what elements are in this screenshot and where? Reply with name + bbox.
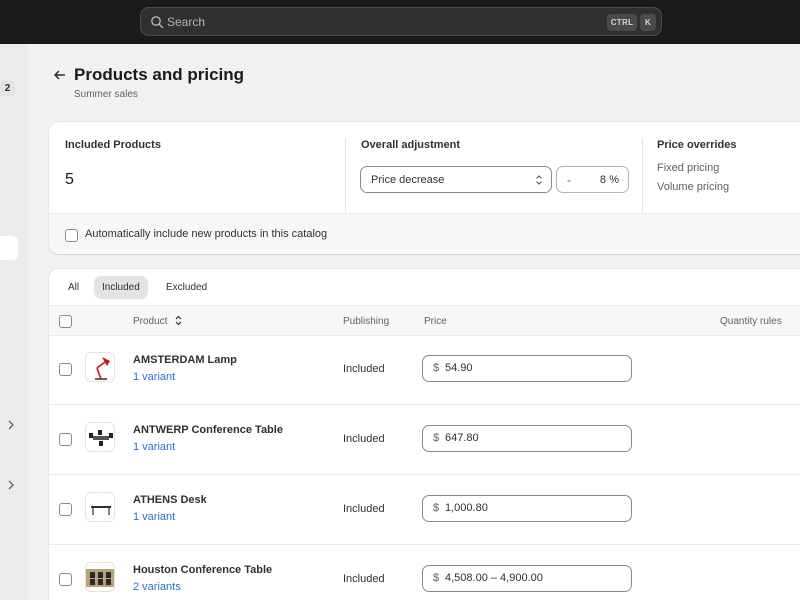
table-row[interactable]: ANTWERP Conference Table 1 variant Inclu…: [49, 405, 800, 475]
catalog-summary-card: Included Products 5 Overall adjustment P…: [49, 122, 800, 254]
row-checkbox[interactable]: [59, 433, 72, 446]
desk-icon: [85, 492, 115, 522]
shortcut-ctrl-key: CTRL: [607, 14, 637, 31]
table-header: Product Publishing Price Quantity rules: [49, 305, 800, 336]
price-input[interactable]: $ 1,000.80: [422, 495, 632, 522]
variant-link[interactable]: 1 variant: [133, 441, 175, 453]
currency-symbol: $: [433, 362, 440, 374]
included-products-count: 5: [65, 171, 74, 188]
product-name[interactable]: Houston Conference Table: [133, 564, 272, 576]
select-caret-icon: [536, 175, 542, 185]
column-publishing: Publishing: [343, 316, 390, 327]
publishing-status: Included: [343, 433, 385, 445]
table-row[interactable]: ATHENS Desk 1 variant Included $ 1,000.8…: [49, 475, 800, 545]
column-price: Price: [424, 316, 447, 327]
adjustment-type-select[interactable]: Price decrease: [360, 166, 552, 193]
publishing-status: Included: [343, 573, 385, 585]
currency-symbol: $: [433, 432, 440, 444]
override-volume-pricing[interactable]: Volume pricing: [657, 181, 729, 193]
price-input[interactable]: $ 54.90: [422, 355, 632, 382]
page-subtitle: Summer sales: [74, 89, 138, 100]
product-name[interactable]: ATHENS Desk: [133, 494, 207, 506]
select-all-checkbox[interactable]: [59, 315, 72, 328]
variant-link[interactable]: 1 variant: [133, 511, 175, 523]
divider: [642, 138, 643, 212]
row-checkbox[interactable]: [59, 573, 72, 586]
product-name[interactable]: AMSTERDAM Lamp: [133, 354, 237, 366]
divider: [345, 138, 346, 212]
tab-all[interactable]: All: [60, 276, 87, 299]
currency-symbol: $: [433, 502, 440, 514]
chevron-right-icon[interactable]: [7, 480, 15, 490]
chevron-right-icon[interactable]: [7, 420, 15, 430]
product-name[interactable]: ANTWERP Conference Table: [133, 424, 283, 436]
sidebar-count-badge: 2: [0, 81, 15, 96]
column-quantity-rules: Quantity rules: [720, 316, 782, 327]
sort-icon[interactable]: [175, 315, 182, 326]
adjustment-type-value: Price decrease: [371, 174, 445, 186]
price-value: 54.90: [445, 362, 473, 374]
tab-excluded[interactable]: Excluded: [158, 276, 215, 299]
table-row[interactable]: AMSTERDAM Lamp 1 variant Included $ 54.9…: [49, 335, 800, 405]
back-arrow-icon[interactable]: [53, 68, 67, 82]
column-product[interactable]: Product: [133, 316, 167, 327]
publishing-status: Included: [343, 503, 385, 515]
variant-link[interactable]: 2 variants: [133, 581, 181, 593]
lamp-icon: [85, 352, 115, 382]
price-value: 1,000.80: [445, 502, 488, 514]
auto-include-checkbox[interactable]: [65, 229, 78, 242]
table-row[interactable]: Houston Conference Table 2 variants Incl…: [49, 545, 800, 600]
price-input[interactable]: $ 647.80: [422, 425, 632, 452]
sidebar-active-item[interactable]: [0, 236, 18, 260]
currency-symbol: $: [433, 572, 440, 584]
adjustment-value: 8: [599, 174, 606, 186]
products-table-card: All Included Excluded Product Publishing…: [49, 269, 800, 600]
auto-include-label: Automatically include new products in th…: [85, 228, 328, 240]
adjustment-percent-input[interactable]: - 8 %: [556, 166, 629, 193]
sidebar: 2: [0, 44, 28, 600]
overall-adjustment-title: Overall adjustment: [361, 139, 461, 151]
row-checkbox[interactable]: [59, 503, 72, 516]
tab-included[interactable]: Included: [94, 276, 148, 299]
included-products-title: Included Products: [65, 139, 161, 151]
search-placeholder: Search: [167, 15, 206, 29]
search-bar[interactable]: Search CTRL K: [140, 7, 662, 36]
adjustment-sign: -: [567, 173, 571, 187]
variant-link[interactable]: 1 variant: [133, 371, 175, 383]
override-fixed-pricing[interactable]: Fixed pricing: [657, 162, 719, 174]
price-input[interactable]: $ 4,508.00 – 4,900.00: [422, 565, 632, 592]
search-icon: [151, 16, 164, 29]
price-value: 647.80: [445, 432, 479, 444]
shortcut-k-key: K: [640, 14, 656, 31]
price-overrides-title: Price overrides: [657, 139, 737, 151]
conference-table-icon: [85, 562, 115, 592]
top-bar: Search CTRL K: [0, 0, 800, 44]
percent-suffix: %: [609, 174, 619, 186]
conference-table-icon: [85, 422, 115, 452]
price-value: 4,508.00 – 4,900.00: [445, 572, 543, 584]
row-checkbox[interactable]: [59, 363, 72, 376]
auto-include-row: Automatically include new products in th…: [49, 213, 800, 254]
page-title: Products and pricing: [74, 65, 245, 84]
publishing-status: Included: [343, 363, 385, 375]
